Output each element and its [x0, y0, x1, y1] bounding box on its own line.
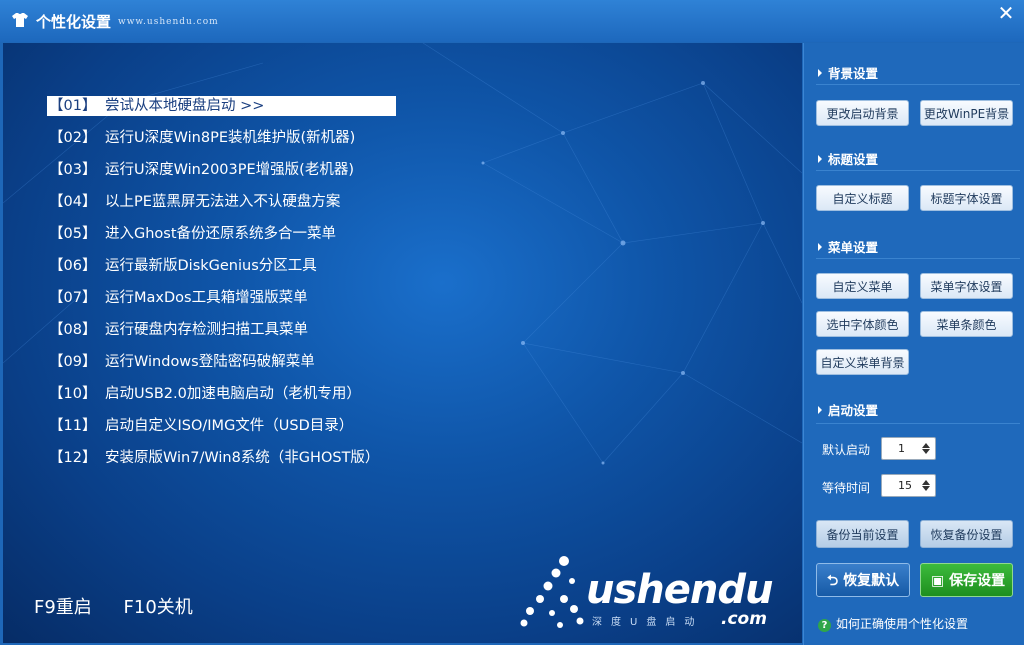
menu-item[interactable]: 【02】 运行U深度Win8PE装机维护版(新机器) [47, 128, 396, 160]
window-url: www.ushendu.com [118, 17, 219, 27]
spin-down-icon[interactable] [922, 486, 930, 491]
spin-up-icon[interactable] [922, 480, 930, 485]
menu-item[interactable]: 【04】 以上PE蓝黑屏无法进入不认硬盘方案 [47, 192, 396, 224]
arrow-right-icon [818, 406, 822, 414]
menu-item[interactable]: 【03】 运行U深度Win2003PE增强版(老机器) [47, 160, 396, 192]
spin-down-icon[interactable] [922, 449, 930, 454]
window-title: 个性化设置 [36, 13, 112, 31]
restore-default-button[interactable]: ⮌ 恢复默认 [816, 563, 910, 597]
arrow-right-icon [818, 243, 822, 251]
change-boot-background-button[interactable]: 更改启动背景 [816, 100, 909, 126]
shutdown-key: F10关机 [123, 597, 193, 618]
divider [816, 84, 1020, 85]
question-icon: ? [818, 619, 831, 632]
title-font-button[interactable]: 标题字体设置 [920, 185, 1013, 211]
settings-panel: 背景设置 更改启动背景 更改WinPE背景 标题设置 自定义标题 标题字体设置 … [803, 43, 1024, 645]
save-settings-button[interactable]: ▣ 保存设置 [920, 563, 1013, 597]
custom-menu-background-button[interactable]: 自定义菜单背景 [816, 349, 909, 375]
divider [816, 170, 1020, 171]
default-boot-label: 默认启动 [822, 443, 871, 457]
title-bar: 个性化设置 www.ushendu.com ✕ [0, 0, 1024, 42]
logo-text: ushendu [586, 567, 773, 613]
wait-time-label: 等待时间 [822, 481, 871, 495]
reboot-key: F9重启 [34, 597, 92, 618]
menu-item[interactable]: 【07】 运行MaxDos工具箱增强版菜单 [47, 288, 396, 320]
divider [816, 423, 1020, 424]
help-link[interactable]: ? 如何正确使用个性化设置 [818, 615, 968, 632]
menu-item[interactable]: 【01】 尝试从本地硬盘启动 >> [47, 96, 396, 116]
logo-com: .com [721, 609, 767, 629]
custom-title-button[interactable]: 自定义标题 [816, 185, 909, 211]
section-boot: 启动设置 [818, 400, 878, 419]
menu-item[interactable]: 【09】 运行Windows登陆密码破解菜单 [47, 352, 396, 384]
menu-item[interactable]: 【08】 运行硬盘内存检测扫描工具菜单 [47, 320, 396, 352]
shirt-icon [12, 13, 28, 27]
menu-bar-color-button[interactable]: 菜单条颜色 [920, 311, 1013, 337]
section-menu: 菜单设置 [818, 237, 878, 256]
custom-menu-button[interactable]: 自定义菜单 [816, 273, 909, 299]
restore-backup-button[interactable]: 恢复备份设置 [920, 520, 1013, 548]
save-icon: ▣ [931, 573, 950, 589]
ushendu-logo: ushendu 深度U盘启动 .com [518, 553, 788, 633]
menu-item[interactable]: 【10】 启动USB2.0加速电脑启动（老机专用） [47, 384, 396, 416]
menu-item[interactable]: 【12】 安装原版Win7/Win8系统（非GHOST版） [47, 448, 396, 480]
logo-dots-icon [520, 556, 584, 628]
arrow-right-icon [818, 69, 822, 77]
section-background: 背景设置 [818, 63, 878, 82]
menu-item[interactable]: 【05】 进入Ghost备份还原系统多合一菜单 [47, 224, 396, 256]
menu-item[interactable]: 【11】 启动自定义ISO/IMG文件（USD目录） [47, 416, 396, 448]
divider [816, 258, 1020, 259]
undo-icon: ⮌ [827, 573, 844, 589]
menu-font-button[interactable]: 菜单字体设置 [920, 273, 1013, 299]
boot-menu: 【01】 尝试从本地硬盘启动 >> 【02】 运行U深度Win8PE装机维护版(新机… [47, 96, 396, 480]
menu-item[interactable]: 【06】 运行最新版DiskGenius分区工具 [47, 256, 396, 288]
wait-time-spinner[interactable]: 15 [881, 474, 936, 497]
logo-subtitle: 深度U盘启动 [592, 617, 704, 628]
backup-settings-button[interactable]: 备份当前设置 [816, 520, 909, 548]
section-title: 标题设置 [818, 149, 878, 168]
boot-menu-preview: 【01】 尝试从本地硬盘启动 >> 【02】 运行U深度Win8PE装机维护版(新机… [3, 43, 802, 643]
selected-font-color-button[interactable]: 选中字体颜色 [816, 311, 909, 337]
change-winpe-background-button[interactable]: 更改WinPE背景 [920, 100, 1013, 126]
close-button[interactable]: ✕ [991, 2, 1021, 24]
spin-up-icon[interactable] [922, 443, 930, 448]
arrow-right-icon [818, 155, 822, 163]
function-keys: F9重启 F10关机 [34, 593, 219, 619]
default-boot-spinner[interactable]: 1 [881, 437, 936, 460]
